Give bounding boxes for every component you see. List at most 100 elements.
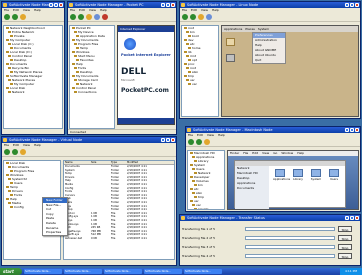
menu-item[interactable]: Edit bbox=[13, 143, 19, 148]
linux-desktop[interactable]: Applications Places System Preferences Admi… bbox=[221, 25, 359, 117]
title-bar[interactable]: SoftActivate Node Manager - Transfer Sta… bbox=[180, 215, 360, 221]
mac-desktop[interactable]: Finder File Edit View Go Window Help Network Ma… bbox=[227, 150, 359, 210]
window-transfer[interactable]: SoftActivate Node Manager - Transfer Sta… bbox=[179, 214, 361, 266]
maximize-button[interactable] bbox=[166, 3, 170, 7]
folder-tree[interactable]: Macintosh HD Applications Library System Use… bbox=[187, 150, 225, 210]
taskbar-button[interactable]: SoftActivate Node... bbox=[144, 269, 182, 274]
taskbar-button[interactable]: SoftActivate Node... bbox=[64, 269, 102, 274]
close-button[interactable] bbox=[59, 3, 63, 7]
back-icon[interactable] bbox=[70, 14, 76, 20]
menu-item[interactable]: File bbox=[4, 143, 9, 148]
finder-item[interactable]: Applications bbox=[273, 169, 290, 181]
home-folder-icon[interactable] bbox=[226, 38, 235, 46]
maximize-button[interactable] bbox=[350, 3, 354, 7]
close-button[interactable] bbox=[171, 138, 175, 142]
maximize-button[interactable] bbox=[54, 3, 58, 7]
minimize-button[interactable] bbox=[161, 3, 165, 7]
maximize-button[interactable] bbox=[166, 138, 170, 142]
taskbar-button[interactable]: SoftActivate Node... bbox=[24, 269, 62, 274]
tree-item[interactable]: Network bbox=[4, 90, 62, 94]
menu-item[interactable]: Edit bbox=[197, 133, 203, 138]
window-top-middle[interactable]: SoftActivate Node Manager - Pocket PC Fi… bbox=[67, 1, 177, 135]
close-button[interactable] bbox=[355, 216, 359, 220]
tree-item[interactable]: private bbox=[188, 207, 224, 209]
finder-item[interactable]: Library bbox=[291, 169, 305, 181]
folder-tree[interactable]: Network Neighborhood Entire Network Privat… bbox=[3, 25, 63, 129]
file-list[interactable]: Name Size Type Modified Documents Folder 2/18/… bbox=[63, 160, 175, 260]
up-folder-icon[interactable] bbox=[86, 14, 92, 20]
window-top-left[interactable]: SoftActivate Node Manager File Edit View He… bbox=[1, 1, 65, 135]
context-menu-item[interactable]: Properties bbox=[43, 230, 67, 235]
close-button[interactable] bbox=[171, 3, 175, 7]
stop-button[interactable]: Stop bbox=[338, 243, 352, 250]
view-icon[interactable] bbox=[206, 14, 212, 20]
up-folder-icon[interactable] bbox=[198, 14, 204, 20]
menu-item[interactable]: Help bbox=[34, 143, 41, 148]
menu-item[interactable]: View bbox=[89, 8, 96, 13]
forward-icon[interactable] bbox=[12, 14, 18, 20]
taskbar-button[interactable]: SoftActivate Node... bbox=[184, 269, 222, 274]
menu-item[interactable]: Help bbox=[34, 8, 41, 13]
gnome-menu-item[interactable]: Quit bbox=[253, 58, 285, 63]
title-bar[interactable]: SoftActivate Node Manager - Virtual Node bbox=[2, 137, 176, 143]
title-bar[interactable]: SoftActivate Node Manager bbox=[2, 2, 64, 8]
menu-item[interactable]: Edit bbox=[191, 8, 197, 13]
forward-icon[interactable] bbox=[12, 149, 18, 155]
menu-item[interactable]: File bbox=[4, 8, 9, 13]
gnome-menu[interactable]: Preferences Administration Help About GNOME… bbox=[252, 32, 286, 64]
up-folder-icon[interactable] bbox=[20, 14, 26, 20]
minimize-button[interactable] bbox=[49, 3, 53, 7]
delete-icon[interactable] bbox=[102, 14, 108, 20]
forward-icon[interactable] bbox=[190, 14, 196, 20]
menu-item[interactable]: Help bbox=[212, 8, 219, 13]
folder-tree[interactable]: root bin boot dev etc home lib mnt opt proc root sb… bbox=[181, 25, 219, 117]
folder-tree[interactable]: Pocket PC My Device Application Data My Doc… bbox=[69, 25, 115, 129]
view-icon[interactable] bbox=[94, 14, 100, 20]
menu-item[interactable]: View bbox=[23, 8, 30, 13]
maximize-button[interactable] bbox=[350, 216, 354, 220]
finder-item[interactable]: Users bbox=[327, 169, 341, 181]
menu-item[interactable]: File bbox=[188, 133, 193, 138]
forward-icon[interactable] bbox=[78, 14, 84, 20]
menu-item[interactable]: Edit bbox=[79, 8, 85, 13]
forward-icon[interactable] bbox=[196, 139, 202, 145]
back-icon[interactable] bbox=[188, 139, 194, 145]
tree-item[interactable]: Connections bbox=[70, 90, 114, 94]
minimize-button[interactable] bbox=[345, 128, 349, 132]
window-mac[interactable]: SoftActivate Node Manager - Macintosh No… bbox=[185, 126, 361, 212]
minimize-button[interactable] bbox=[345, 3, 349, 7]
menu-item[interactable]: View bbox=[201, 8, 208, 13]
mac-menu-item[interactable]: Go bbox=[273, 151, 277, 156]
menu-item[interactable]: View bbox=[23, 143, 30, 148]
stop-button[interactable]: Stop bbox=[338, 225, 352, 232]
menu-item[interactable]: Edit bbox=[13, 8, 19, 13]
menu-item[interactable]: Help bbox=[218, 133, 225, 138]
up-folder-icon[interactable] bbox=[20, 149, 26, 155]
context-menu[interactable]: New Folder New File... Cut Copy Paste Delete R… bbox=[42, 197, 68, 236]
close-button[interactable] bbox=[355, 128, 359, 132]
column-header[interactable]: Size bbox=[90, 161, 110, 164]
title-bar[interactable]: SoftActivate Node Manager - Macintosh No… bbox=[186, 127, 360, 133]
menu-item[interactable]: Help bbox=[100, 8, 107, 13]
taskbar-button[interactable]: SoftActivate Node... bbox=[104, 269, 142, 274]
table-row[interactable]: autoexec.bat 0 KB File 2/18/2007 4:11 bbox=[64, 237, 174, 241]
stop-button[interactable]: Stop bbox=[338, 252, 352, 259]
finder-sidebar-item[interactable]: Documents bbox=[237, 186, 269, 191]
mac-menu-item[interactable]: Finder bbox=[230, 151, 239, 156]
column-header[interactable]: Modified bbox=[126, 161, 154, 164]
back-icon[interactable] bbox=[4, 14, 10, 20]
close-button[interactable] bbox=[355, 3, 359, 7]
back-icon[interactable] bbox=[4, 149, 10, 155]
menu-item[interactable]: File bbox=[70, 8, 75, 13]
trash-icon[interactable] bbox=[226, 54, 235, 62]
maximize-button[interactable] bbox=[350, 128, 354, 132]
mac-menu-item[interactable]: File bbox=[243, 151, 248, 156]
column-header[interactable]: Type bbox=[110, 161, 126, 164]
menu-item[interactable]: View bbox=[207, 133, 214, 138]
minimize-button[interactable] bbox=[161, 138, 165, 142]
up-folder-icon[interactable] bbox=[204, 139, 210, 145]
column-header[interactable]: Name bbox=[64, 161, 90, 164]
mac-menu-item[interactable]: Window bbox=[281, 151, 293, 156]
minimize-button[interactable] bbox=[345, 216, 349, 220]
menu-item[interactable]: File bbox=[182, 8, 187, 13]
